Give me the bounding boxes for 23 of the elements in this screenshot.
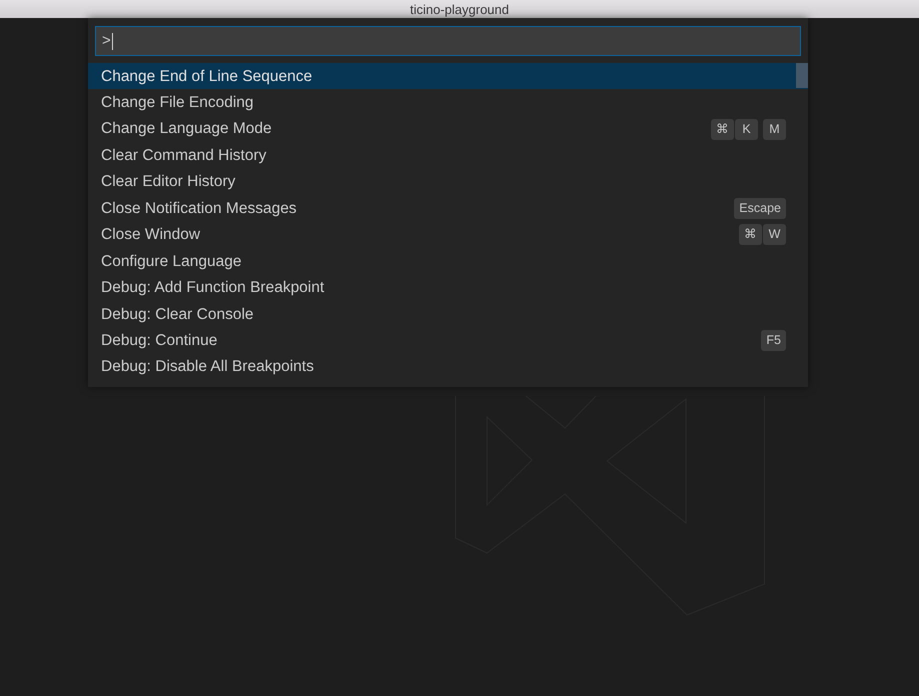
command-input[interactable]: > [95,26,801,56]
keybinding-key: ⌘ [739,224,762,246]
command-list-item[interactable]: Configure Language [88,248,808,274]
keybinding-key: F5 [761,330,786,352]
command-list-item[interactable]: Close Window ⌘ W [88,222,808,248]
command-list-item[interactable]: Clear Editor History [88,168,808,196]
command-list-item[interactable]: Clear Command History [88,142,808,169]
command-list-item[interactable]: Debug: Clear Console [88,300,808,328]
command-list-item[interactable]: Change End of Line Sequence [88,63,808,90]
text-caret-icon [112,32,113,50]
window-title: ticino-playground [410,2,509,16]
command-list-item[interactable]: Debug: Disable All Breakpoints [88,354,808,380]
keybinding-key: Escape [734,198,786,219]
command-list-item[interactable]: Change Language Mode ⌘ K M [88,116,808,142]
keybinding-key: ⌘ [711,118,734,140]
command-list-item[interactable]: Change File Encoding [88,89,808,116]
command-list-item[interactable]: Debug: Add Function Breakpoint [88,274,808,301]
command-list-item[interactable]: Close Notification Messages Escape [88,195,808,222]
keybinding-key: W [763,224,786,246]
scrollbar-thumb[interactable] [796,63,808,88]
command-list-item[interactable]: Debug: Continue F5 [88,327,808,354]
keybinding-key: M [763,118,786,140]
keybinding-key: K [735,118,758,140]
